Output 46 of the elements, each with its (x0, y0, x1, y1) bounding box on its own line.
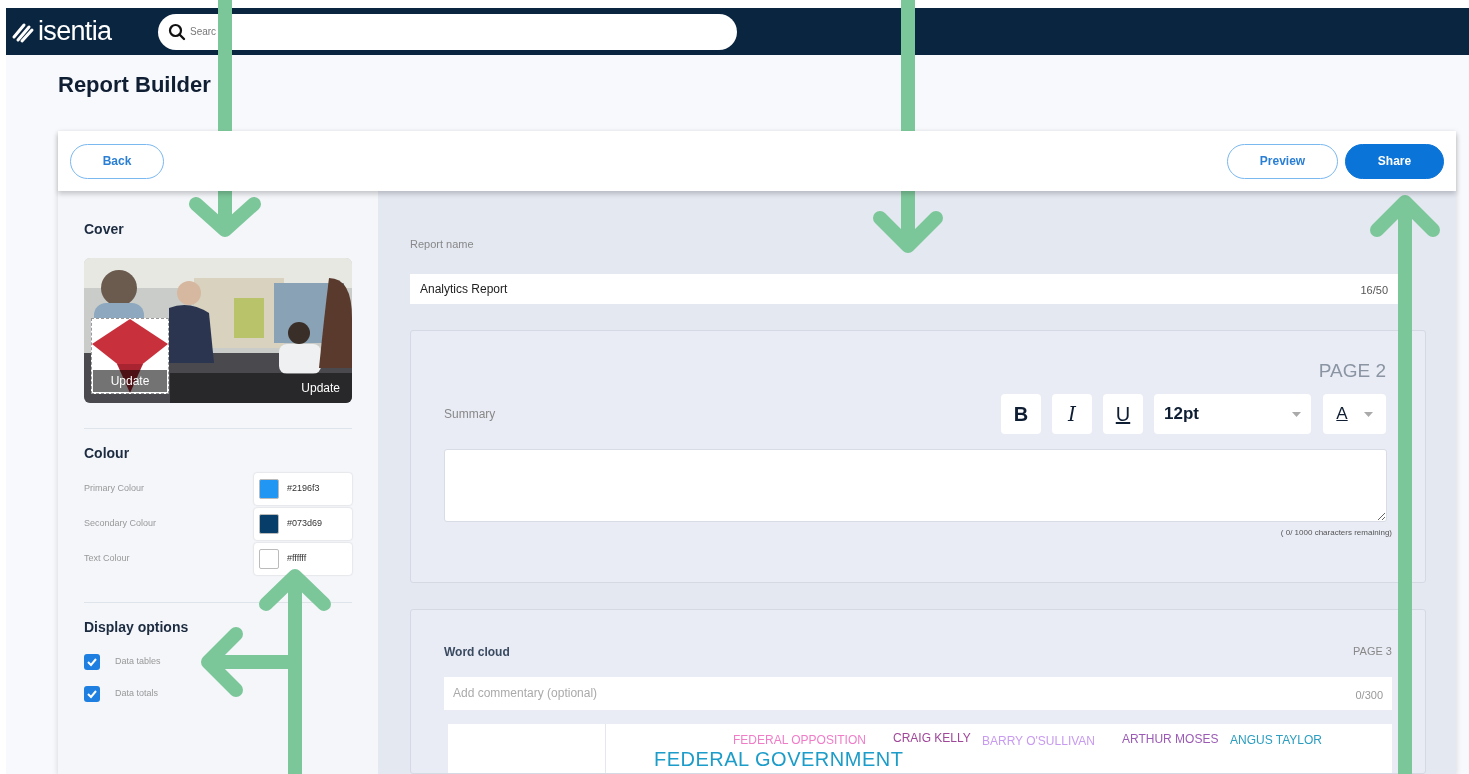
back-button[interactable]: Back (70, 143, 164, 179)
caret-icon (1292, 411, 1301, 417)
section-title: Colour (84, 444, 131, 463)
format-button[interactable]: U (1103, 394, 1143, 434)
character-counter: 16/50 (1360, 282, 1388, 298)
select-value: 12pt (1164, 403, 1199, 426)
section-title: Word cloud (444, 643, 510, 661)
text-colour-button[interactable]: A (1323, 394, 1386, 434)
colour-field[interactable]: #073d69 (254, 508, 352, 540)
update-button[interactable]: Update (170, 373, 352, 403)
checkbox[interactable] (84, 686, 100, 702)
hex-value: #073d69 (287, 517, 323, 531)
cloud-word: FEDERAL GOVERNMENT (654, 748, 904, 769)
logo-text: isentia (38, 18, 112, 45)
font-size-select[interactable]: 12pt (1154, 394, 1311, 434)
colour-field[interactable]: #ffffff (254, 543, 352, 575)
section-title: Display options (84, 618, 190, 637)
hex-value: #ffffff (287, 552, 307, 566)
field-label: Summary (444, 406, 496, 423)
field-label: Report name (410, 237, 475, 252)
field-label: Secondary Colour (84, 517, 157, 531)
colour-field[interactable]: #2196f3 (254, 473, 352, 505)
cloud-word: CRAIG KELLY (893, 731, 971, 744)
caret-icon (1363, 411, 1373, 417)
format-button[interactable]: B (1001, 394, 1041, 434)
page-label: PAGE 2 (1318, 358, 1386, 383)
toolbar-button[interactable]: Preview (1227, 143, 1338, 179)
checkbox[interactable] (84, 654, 100, 670)
checkbox-label: Data totals (115, 687, 159, 701)
cloud-word: FEDERAL OPPOSITION (733, 733, 866, 746)
page-label: PAGE 3 (1353, 644, 1392, 660)
character-counter: 0/300 (1355, 687, 1383, 703)
cloud-word: ANGUS TAYLOR (1230, 733, 1323, 746)
search-field[interactable]: Searc (158, 13, 737, 50)
search-icon (168, 22, 186, 41)
field-label: Primary Colour (84, 482, 144, 496)
character-counter: ( 0/ 1000 characters remaining) (1280, 527, 1392, 539)
toolbar-button[interactable]: Share (1345, 143, 1444, 179)
cloud-word: ARTHUR MOSES (1122, 732, 1219, 745)
field-label: Text Colour (84, 552, 130, 566)
checkbox-label: Data tables (115, 655, 161, 669)
page-title: Report Builder (58, 72, 211, 97)
hex-value: #2196f3 (287, 482, 320, 496)
format-button[interactable]: I (1052, 394, 1092, 434)
section-title: Cover (84, 220, 125, 239)
cloud-word: BARRY O'SULLIVAN (982, 734, 1095, 747)
